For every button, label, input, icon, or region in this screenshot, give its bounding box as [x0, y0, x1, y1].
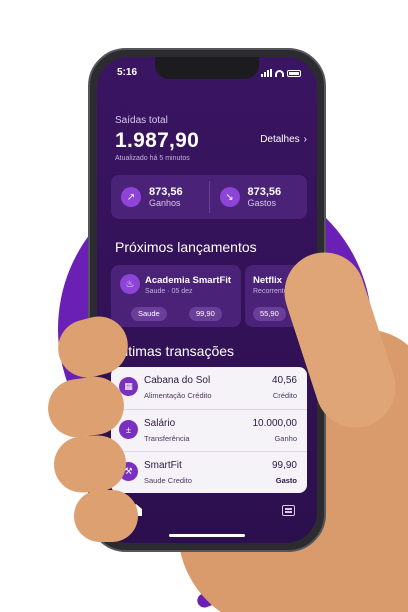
summary-card[interactable]: ↗ 873,56 Ganhos ↘ 873,56 Gastos: [111, 175, 307, 219]
amount-pill: 55,90: [253, 307, 286, 321]
fitness-icon: ♨: [120, 274, 140, 294]
details-link[interactable]: Detalhes ›: [260, 134, 307, 145]
transaction-type: Ganho: [274, 434, 297, 443]
shop-icon: ▦: [119, 377, 138, 396]
income-label: Ganhos: [149, 197, 181, 208]
transaction-method: Credito: [167, 476, 192, 485]
home-indicator: [169, 534, 245, 537]
upcoming-subtitle: Saude · 05 dez: [145, 288, 193, 295]
upcoming-name: Academia SmartFit: [145, 275, 232, 286]
total-label: Saídas total: [115, 115, 168, 126]
transaction-amount: 40,56: [271, 375, 297, 386]
transaction-amount: 99,90: [271, 460, 297, 471]
transaction-subtitle: Alimentação Crédito: [144, 391, 212, 400]
chevron-right-icon: ›: [303, 134, 307, 145]
transaction-type: Gasto: [275, 476, 297, 485]
status-time: 5:16: [117, 67, 138, 78]
upcoming-card[interactable]: ♨ Academia SmartFit Saude · 05 dez Saude…: [111, 265, 241, 327]
category-pill: Saude: [131, 307, 167, 321]
arrow-up-right-icon: ↗: [121, 187, 141, 207]
transaction-name: SmartFit: [144, 460, 182, 471]
arrow-down-right-icon: ↘: [219, 187, 240, 207]
updated-text: Atualizado há 5 minutos: [115, 155, 190, 162]
transaction-category: Alimentação: [144, 391, 186, 400]
list-icon[interactable]: [282, 505, 295, 516]
transaction-type: Crédito: [272, 391, 297, 400]
transactions-card: ▦ Cabana do Sol Alimentação Crédito 40,5…: [111, 367, 307, 493]
transaction-name: Cabana do Sol: [144, 375, 211, 386]
total-value: 1.987,90: [115, 129, 200, 152]
income-summary[interactable]: ↗ 873,56 Ganhos: [111, 175, 209, 219]
transactions-title: Últimas transações: [115, 343, 235, 359]
hand-finger: [74, 490, 138, 542]
transaction-row[interactable]: ▦ Cabana do Sol Alimentação Crédito 40,5…: [111, 367, 307, 407]
income-value: 873,56: [149, 185, 183, 198]
upcoming-name: Netflix: [253, 275, 283, 286]
transaction-category: Transferência: [144, 434, 190, 443]
transaction-name: Salário: [144, 418, 176, 429]
transaction-row[interactable]: ⚒ SmartFit Saude Credito 99,90 Gasto: [111, 451, 307, 491]
transaction-category: Saude: [144, 476, 166, 485]
details-label: Detalhes: [260, 134, 300, 145]
status-bar: 5:16: [113, 67, 301, 81]
transfer-icon: ±: [119, 420, 138, 439]
transaction-method: Crédito: [187, 391, 212, 400]
phone-screen: 5:16 Saídas total 1.987,90 Atualizado há…: [97, 57, 317, 543]
transaction-row[interactable]: ± Salário Transferência 10.000,00 Ganho: [111, 409, 307, 449]
expense-value: 873,56: [247, 185, 282, 198]
expense-summary[interactable]: ↘ 873,56 Gastos: [210, 175, 308, 219]
battery-icon: [287, 69, 301, 77]
transaction-subtitle: Saude Credito: [144, 476, 192, 485]
amount-pill: 99,90: [189, 307, 222, 321]
upcoming-title: Próximos lançamentos: [115, 239, 257, 255]
transaction-amount: 10.000,00: [252, 418, 298, 429]
signal-icon: [261, 69, 272, 77]
wifi-icon: [275, 69, 284, 77]
expense-label: Gastos: [247, 197, 277, 208]
